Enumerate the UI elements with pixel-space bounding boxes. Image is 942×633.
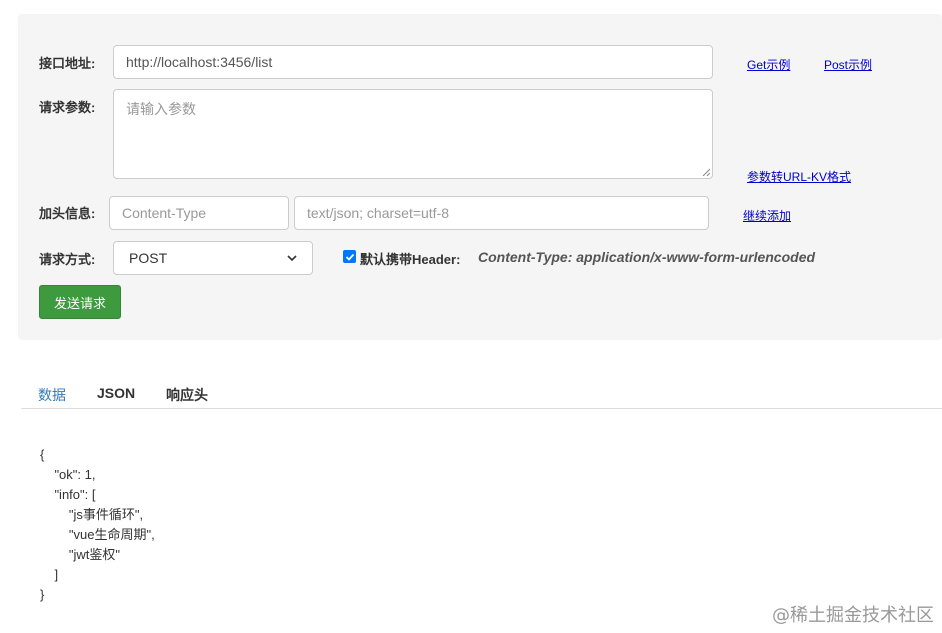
tab-divider bbox=[21, 408, 942, 409]
send-request-button[interactable]: 发送请求 bbox=[39, 285, 121, 319]
default-header-label: 默认携带Header: bbox=[360, 252, 461, 267]
params-label: 请求参数: bbox=[39, 100, 96, 115]
response-line: ] bbox=[40, 567, 59, 582]
params-placeholder: 请输入参数 bbox=[126, 101, 196, 117]
params-to-urlkv-link[interactable]: 参数转URL-KV格式 bbox=[747, 168, 851, 185]
get-example-link[interactable]: Get示例 bbox=[747, 56, 790, 73]
tab-response-headers[interactable]: 响应头 bbox=[166, 385, 208, 405]
resize-handle-icon[interactable] bbox=[702, 168, 710, 176]
method-label: 请求方式: bbox=[39, 252, 96, 267]
header-value-input[interactable]: text/json; charset=utf-8 bbox=[294, 196, 709, 230]
check-icon bbox=[345, 253, 354, 261]
method-select[interactable]: POST bbox=[113, 241, 313, 275]
url-label: 接口地址: bbox=[39, 56, 96, 71]
response-body: { "ok": 1, "info": [ "js事件循环", "vue生命周期"… bbox=[40, 425, 155, 625]
tab-data[interactable]: 数据 bbox=[38, 385, 66, 405]
response-line: "info": [ bbox=[40, 487, 96, 502]
default-header-checkbox[interactable] bbox=[343, 250, 356, 263]
header-key-input[interactable]: Content-Type bbox=[109, 196, 289, 230]
response-line: "ok": 1, bbox=[40, 467, 96, 482]
response-line: { bbox=[40, 447, 45, 462]
chevron-down-icon bbox=[287, 255, 297, 262]
post-example-link[interactable]: Post示例 bbox=[824, 56, 872, 73]
header-label: 加头信息: bbox=[39, 206, 96, 221]
response-line: "vue生命周期", bbox=[40, 527, 155, 542]
url-input[interactable]: http://localhost:3456/list bbox=[113, 45, 713, 79]
response-line: "jwt鉴权" bbox=[40, 547, 121, 562]
watermark: @稀土掘金技术社区 bbox=[772, 605, 934, 626]
method-select-value: POST bbox=[129, 250, 168, 266]
add-more-link[interactable]: 继续添加 bbox=[743, 207, 791, 224]
params-textarea[interactable]: 请输入参数 bbox=[113, 89, 713, 179]
tab-json[interactable]: JSON bbox=[97, 385, 135, 401]
default-header-value: Content-Type: application/x-www-form-url… bbox=[478, 249, 816, 265]
response-line: "js事件循环", bbox=[40, 507, 144, 522]
response-line: } bbox=[40, 587, 45, 602]
